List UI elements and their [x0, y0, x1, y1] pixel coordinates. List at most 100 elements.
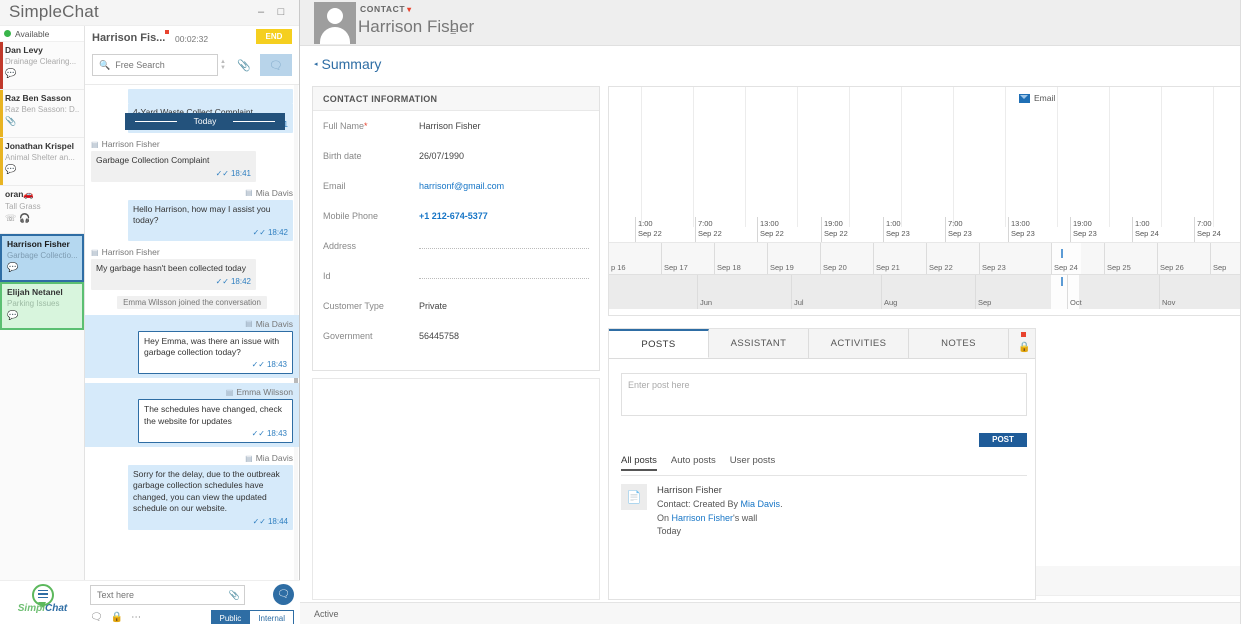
post-body: Harrison Fisher Contact: Created By Mia … — [657, 484, 783, 539]
empty-field-placeholder[interactable] — [419, 277, 589, 279]
navigator-tick-label: Jul — [794, 298, 804, 307]
message-timestamp: ✓✓ 18:42 — [252, 228, 288, 238]
crm-body: CONTACT INFORMATION Full Name* Harrison … — [300, 78, 1241, 620]
message-input[interactable] — [97, 590, 229, 600]
tab-notes[interactable]: NOTES — [909, 329, 1009, 358]
conversation-list[interactable]: Available Dan Levy Drainage Clearing... … — [0, 26, 85, 580]
post-editor[interactable]: Enter post here — [621, 373, 1027, 416]
field-label: Government — [323, 331, 373, 341]
message-input-wrap[interactable]: 📎 — [90, 585, 245, 605]
list-item-subtitle: Drainage Clearing... — [5, 57, 77, 66]
visibility-toggle[interactable]: Public Internal — [210, 610, 294, 624]
visibility-public-option[interactable]: Public — [210, 610, 251, 624]
field-value-email-link[interactable]: harrisonf@gmail.com — [419, 181, 504, 191]
message-bubble: Animal Shelter Complaint — [128, 89, 293, 103]
field-value[interactable]: 56445758 — [419, 331, 459, 341]
secure-icon[interactable]: 🔒 — [111, 612, 123, 623]
status-bar: Active — [300, 602, 1241, 624]
field-label: Birth date — [323, 151, 362, 161]
more-options-icon[interactable]: ⋯ — [131, 612, 141, 623]
list-item-subtitle: Raz Ben Sasson: D... — [5, 105, 80, 114]
gridline — [1005, 87, 1006, 227]
chevron-down-icon[interactable]: ▾ — [407, 5, 412, 14]
records-toolbar — [1036, 566, 1241, 596]
message-sender: ▤ Mia Davis — [91, 188, 293, 198]
sidebar-item-harrison-fisher[interactable]: Harrison Fisher Garbage Collectio... 💬 — [0, 234, 84, 282]
transcript-icon[interactable]: 🗨 — [260, 54, 292, 76]
field-value[interactable]: Harrison Fisher — [419, 121, 481, 131]
crm-panel: CONTACT ▾ Harrison Fisher ≡ ◂ Summary CON… — [300, 0, 1241, 624]
post-line-created-by: Contact: Created By Mia Davis. — [657, 499, 783, 510]
field-value-phone-link[interactable]: +1 212-674-5377 — [419, 211, 488, 221]
message-bubble: Hello Harrison, how may I assist you tod… — [128, 199, 293, 242]
filter-all-posts[interactable]: All posts — [621, 455, 657, 471]
search-stepper[interactable]: ▲ ▼ — [218, 54, 228, 76]
message-timestamp: ✓✓ 18:43 — [251, 429, 287, 439]
navigator-tick-label: Sep 25 — [1107, 263, 1131, 272]
post-button[interactable]: POST — [979, 433, 1027, 447]
post-filters: All posts Auto posts User posts — [621, 455, 1027, 476]
entity-type-label[interactable]: CONTACT ▾ — [360, 4, 412, 14]
axis-tick: 13:00 Sep 23 — [1008, 217, 1035, 243]
visibility-internal-option[interactable]: Internal — [250, 610, 294, 624]
date-divider: Today — [125, 113, 285, 130]
event-marker — [1061, 277, 1063, 286]
list-item[interactable]: Raz Ben Sasson Raz Ben Sasson: D... 📎 — [0, 90, 84, 138]
navigator-tick-label: Jun — [700, 298, 713, 307]
message-timestamp: ✓✓18:41 — [215, 168, 251, 178]
field-mobile-phone: Mobile Phone +1 212-674-5377 — [313, 201, 599, 231]
post-wall-link[interactable]: Harrison Fisher — [672, 513, 734, 523]
field-label: Customer Type — [323, 301, 384, 311]
field-email: Email harrisonf@gmail.com — [313, 171, 599, 201]
canned-response-icon[interactable]: 🗨 — [90, 612, 103, 623]
collapse-caret-icon[interactable]: ◂ — [314, 60, 318, 68]
list-item[interactable]: oran🚗 Tall Grass ☏ 🎧 — [0, 186, 84, 234]
field-value[interactable]: Private — [419, 301, 447, 311]
timeline-month-navigator[interactable]: Jun Jul Aug Sep Oct Nov — [609, 274, 1241, 309]
end-conversation-button[interactable]: END — [256, 29, 292, 44]
attach-icon[interactable]: 📎 — [228, 54, 260, 76]
filter-auto-posts[interactable]: Auto posts — [671, 455, 716, 471]
list-item[interactable]: Jonathan Krispel Animal Shelter an... 💬 — [0, 138, 84, 186]
tab-posts[interactable]: POSTS — [609, 329, 709, 358]
list-item[interactable]: Dan Levy Drainage Clearing... 💬 — [0, 42, 84, 90]
send-chat-icon[interactable]: 🗨 — [273, 584, 294, 605]
availability-status[interactable]: Available — [0, 26, 84, 42]
maximize-icon[interactable]: □ — [275, 6, 287, 18]
tab-assistant[interactable]: ASSISTANT — [709, 329, 809, 358]
list-item-name: oran🚗 — [5, 189, 35, 199]
gridline — [693, 87, 694, 227]
avatar — [314, 2, 356, 44]
timeline-day-navigator[interactable]: p 16 Sep 17 Sep 18 Sep 19 Sep 20 Sep 21 … — [609, 242, 1241, 274]
list-item[interactable]: Elijah Netanel Parking Issues 💬 — [0, 282, 84, 330]
record-menu-icon[interactable]: ≡ — [450, 26, 456, 38]
field-value[interactable]: 26/07/1990 — [419, 151, 464, 161]
filter-user-posts[interactable]: User posts — [730, 455, 775, 471]
status-dot-icon — [4, 30, 11, 37]
lock-icon[interactable]: 🔒 — [1018, 342, 1030, 353]
post-title: Harrison Fisher — [657, 485, 722, 496]
paperclip-icon[interactable]: 📎 — [229, 590, 240, 601]
simplechat-logo: SimplChat — [0, 573, 85, 624]
summary-section-header[interactable]: ◂ Summary — [300, 52, 381, 76]
message-bubble: Garbage Collection Complaint ✓✓ 18:41 — [91, 151, 256, 182]
list-item-subtitle: Garbage Collectio... — [7, 251, 78, 260]
activity-timeline-chart[interactable]: Email 1:00 Sep 22 7:00 Sep 22 13:00 Sep 22 … — [608, 86, 1241, 316]
gridline — [849, 87, 850, 227]
message-bubble: Hey Emma, was there an issue with garbag… — [138, 330, 293, 375]
chart-legend[interactable]: Email — [1019, 93, 1055, 103]
logo-lines — [37, 589, 48, 601]
minimize-icon[interactable]: – — [255, 6, 267, 18]
post-author-link[interactable]: Mia Davis — [741, 499, 781, 509]
navigator-tick-label: Sep 22 — [929, 263, 953, 272]
list-item-subtitle: Parking Issues — [7, 299, 60, 308]
chat-icon: 💬 — [5, 164, 17, 174]
search-input[interactable] — [115, 60, 217, 70]
empty-field-placeholder[interactable] — [419, 247, 589, 249]
axis-tick: 1:00 Sep 23 — [883, 217, 910, 243]
message-sender: ▤ Mia Davis — [91, 453, 293, 463]
search-box[interactable]: 🔍 — [92, 54, 218, 76]
agent-icon: ▤ — [245, 319, 253, 329]
tab-activities[interactable]: ACTIVITIES — [809, 329, 909, 358]
message-scroll-area[interactable]: Today Animal Shelter Complaint 4-Yard Wa… — [85, 84, 299, 580]
